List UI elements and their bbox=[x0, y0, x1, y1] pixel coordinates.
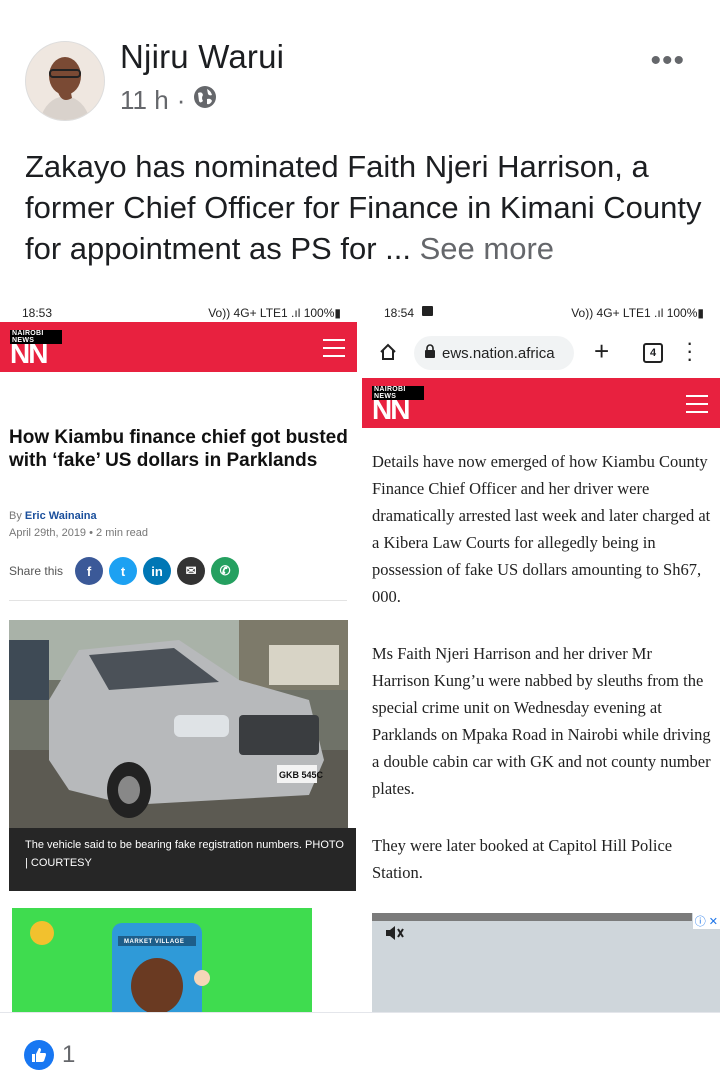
whatsapp-icon[interactable]: ✆ bbox=[211, 557, 240, 585]
url-text: ews.nation.africa bbox=[442, 344, 555, 362]
menu-icon[interactable] bbox=[686, 395, 708, 413]
right-screenshot[interactable]: 18:54 Vo)) 4G+ LTE1 .ıl 100%▮ ews.nation… bbox=[362, 290, 720, 1012]
nairobi-news-logo: NAIROBI NEWS NN bbox=[10, 330, 62, 368]
logo-big-text: NN bbox=[10, 338, 48, 369]
author-avatar[interactable] bbox=[25, 41, 105, 121]
status-time: 18:53 bbox=[22, 306, 53, 320]
nairobi-news-header: NAIROBI NEWS NN bbox=[362, 378, 720, 428]
read-time: 2 min read bbox=[96, 527, 149, 539]
linkedin-icon[interactable]: in bbox=[143, 557, 172, 585]
reaction-count: 1 bbox=[62, 1041, 76, 1068]
new-tab-icon[interactable]: + bbox=[594, 336, 609, 367]
vehicle-photo[interactable]: GKB 545C bbox=[9, 620, 348, 828]
like-icon bbox=[24, 1040, 54, 1070]
author-name[interactable]: Njiru Warui bbox=[120, 38, 284, 76]
article-headline: How Kiambu finance chief got busted with… bbox=[9, 427, 348, 471]
advertisement-left[interactable]: MARKET VILLAGE bbox=[12, 908, 312, 1012]
browser-menu-icon[interactable]: · · · bbox=[686, 332, 693, 370]
divider bbox=[9, 600, 347, 601]
ad-brand-text: MARKET VILLAGE bbox=[124, 939, 185, 945]
share-bar: Share this f t in ✉ ✆ bbox=[9, 557, 240, 585]
lock-icon bbox=[424, 344, 436, 362]
meta-separator: · bbox=[176, 85, 186, 115]
status-icons: Vo)) 4G+ LTE1 .ıl 100%▮ bbox=[571, 306, 704, 320]
post-time[interactable]: 11 h bbox=[120, 85, 169, 116]
post-meta: 11 h · bbox=[120, 85, 217, 116]
article-body: Details have now emerged of how Kiambu C… bbox=[372, 448, 712, 916]
see-more-link[interactable]: See more bbox=[420, 231, 554, 266]
mute-icon[interactable] bbox=[384, 925, 404, 946]
photo-caption: The vehicle said to be bearing fake regi… bbox=[9, 828, 356, 891]
facebook-icon[interactable]: f bbox=[75, 557, 104, 585]
date-dot: • bbox=[89, 527, 93, 539]
post-text: Zakayo has nominated Faith Njeri Harriso… bbox=[25, 146, 705, 269]
address-bar[interactable]: ews.nation.africa bbox=[414, 336, 574, 370]
post-header: Njiru Warui 11 h · ••• bbox=[0, 0, 720, 130]
status-bar: 18:54 Vo)) 4G+ LTE1 .ıl 100%▮ bbox=[362, 290, 720, 334]
globe-icon bbox=[193, 85, 217, 116]
menu-icon[interactable] bbox=[323, 339, 345, 357]
share-label: Share this bbox=[9, 564, 64, 578]
date-text: April 29th, 2019 bbox=[9, 527, 87, 539]
by-label: By bbox=[9, 510, 22, 522]
footer-divider bbox=[0, 1012, 720, 1013]
browser-toolbar: ews.nation.africa + 4 · · · bbox=[362, 330, 720, 374]
article-paragraph: Ms Faith Njeri Harrison and her driver M… bbox=[372, 644, 711, 798]
status-time: 18:54 bbox=[384, 306, 415, 320]
twitter-icon[interactable]: t bbox=[109, 557, 138, 585]
image-icon bbox=[422, 306, 433, 316]
nairobi-news-logo: NAIROBI NEWS NN bbox=[372, 386, 424, 424]
article-date: April 29th, 2019 • 2 min read bbox=[9, 527, 148, 539]
home-icon[interactable] bbox=[378, 342, 398, 367]
reactions-bar[interactable]: 1 bbox=[24, 1040, 75, 1070]
avatar-photo bbox=[26, 42, 104, 120]
ad-info-icon[interactable]: ⓘ ✕ bbox=[692, 913, 720, 929]
license-plate: GKB 545C bbox=[279, 770, 324, 780]
email-icon[interactable]: ✉ bbox=[177, 557, 206, 585]
tab-switcher-icon[interactable]: 4 bbox=[643, 343, 663, 363]
status-icons: Vo)) 4G+ LTE1 .ıl 100%▮ bbox=[208, 306, 341, 320]
ad-video-bar bbox=[372, 913, 692, 921]
left-screenshot[interactable]: 18:53 Vo)) 4G+ LTE1 .ıl 100%▮ NAIROBI NE… bbox=[0, 290, 357, 1012]
article-paragraph: They were later booked at Capitol Hill P… bbox=[372, 836, 673, 882]
article-paragraph: Details have now emerged of how Kiambu C… bbox=[372, 452, 711, 606]
logo-big-text: NN bbox=[372, 394, 410, 425]
more-options-icon[interactable]: ••• bbox=[650, 44, 685, 78]
nairobi-news-header: NAIROBI NEWS NN bbox=[0, 322, 357, 372]
post-body: Zakayo has nominated Faith Njeri Harriso… bbox=[25, 149, 702, 266]
author-link[interactable]: Eric Wainaina bbox=[25, 510, 97, 522]
byline: By Eric Wainaina bbox=[9, 510, 97, 522]
advertisement-right[interactable]: ⓘ ✕ bbox=[372, 913, 720, 1012]
